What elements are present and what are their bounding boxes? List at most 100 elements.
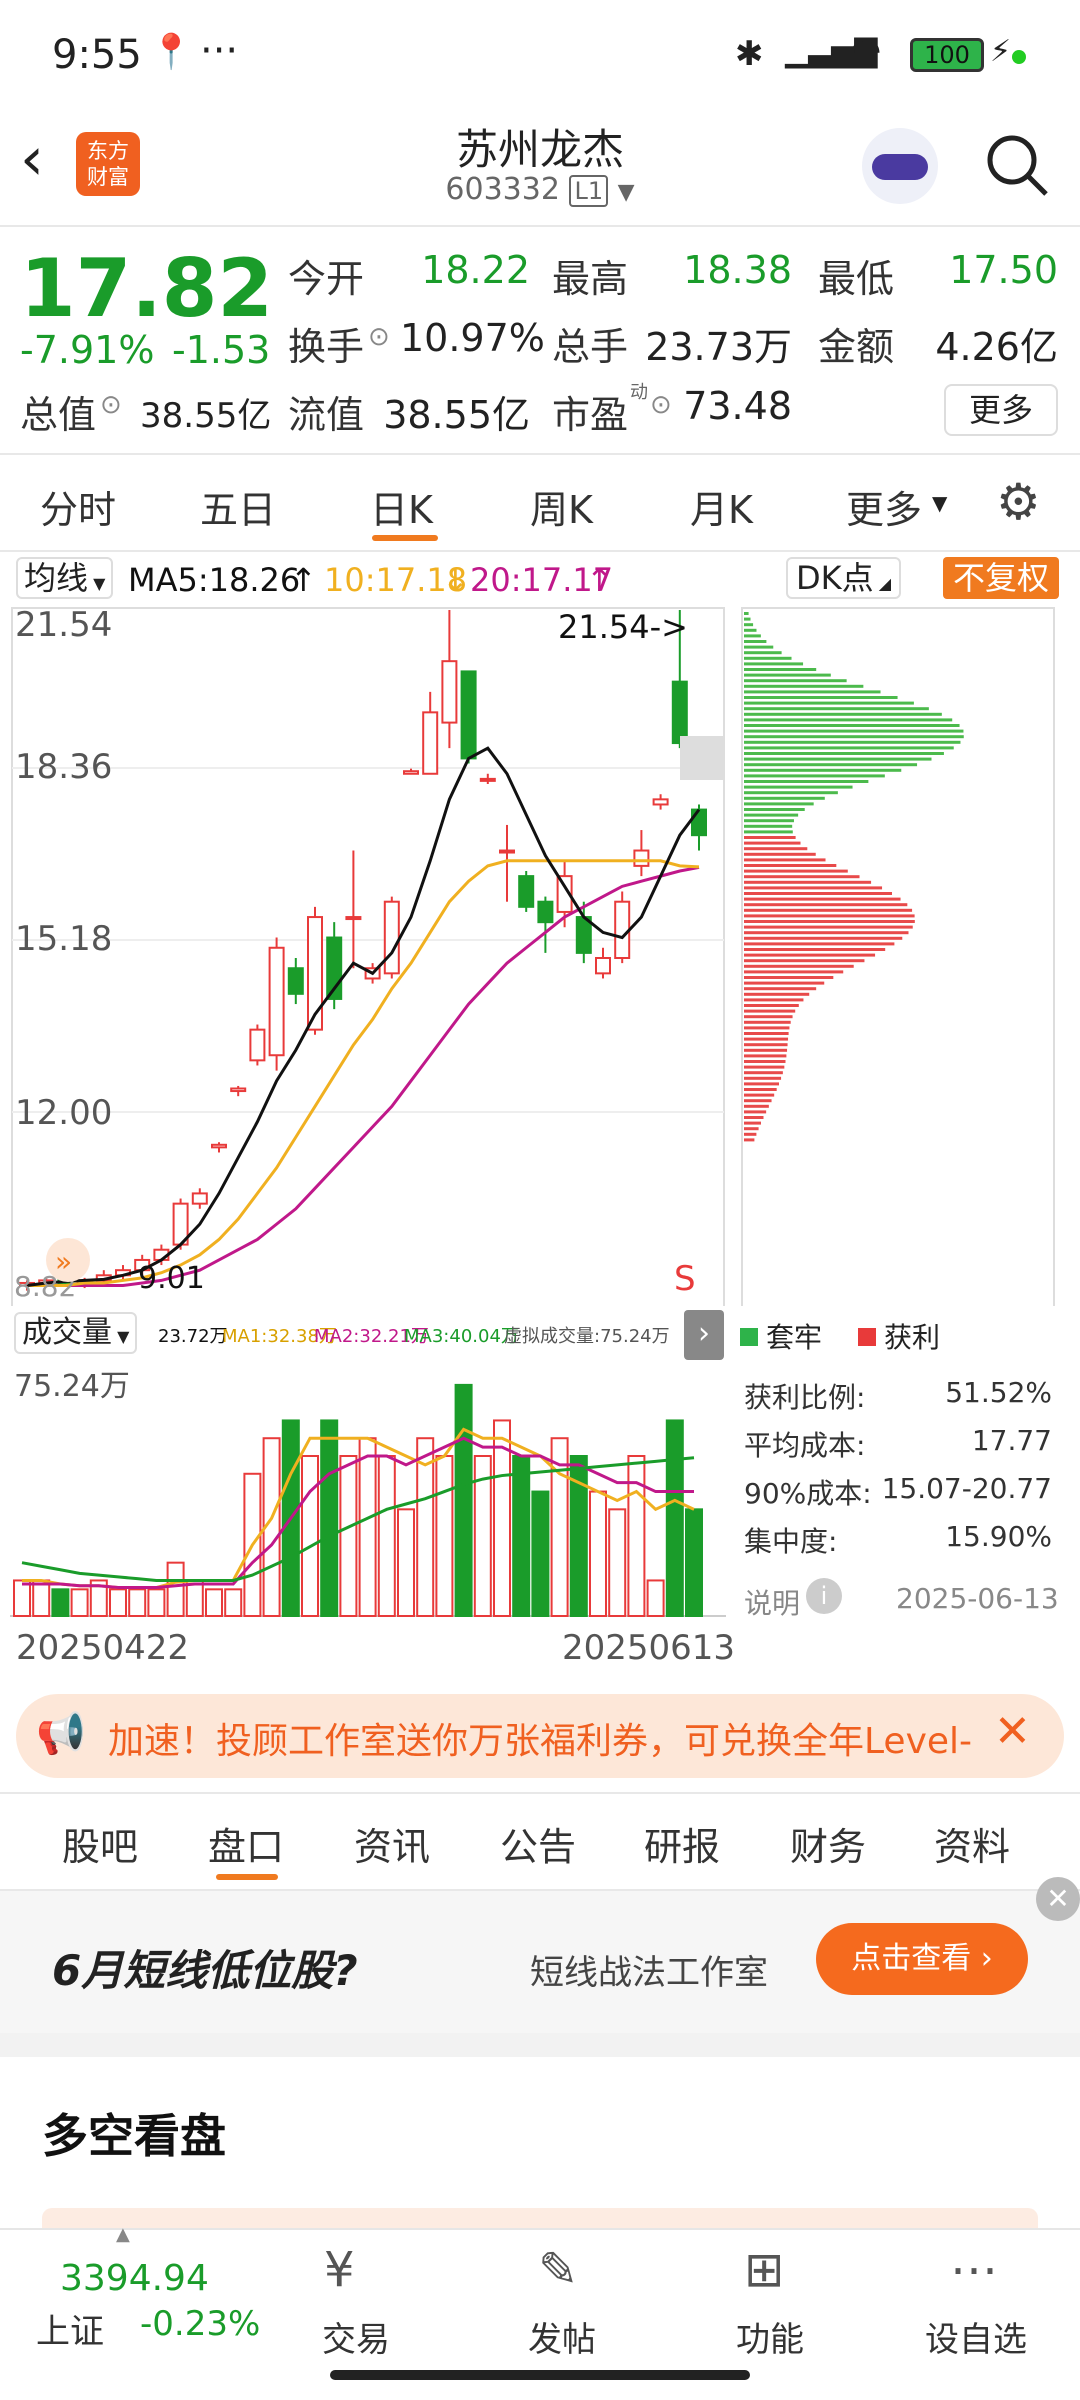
index-change[interactable]: -0.23% [140,2304,260,2344]
volume-select-label: 成交量 [22,1315,112,1350]
chevron-down-icon: ▼ [617,180,635,205]
volume-bar [301,1455,319,1617]
tab-news[interactable]: 资讯 [354,1816,430,1871]
tab-daily-k[interactable]: 日K [370,479,433,534]
adjust-mode-button[interactable]: 不复权 [943,557,1060,599]
tab-finance[interactable]: 财务 [790,1816,866,1871]
volume-label: 总手 [552,325,629,369]
functions-label[interactable]: 功能 [700,2312,840,2361]
chip-bar [744,880,872,884]
tab-weekly-k[interactable]: 周K [530,479,593,534]
functions-grid-icon[interactable]: ⊞ [744,2242,784,2298]
close-icon[interactable]: ✕ [1036,1877,1080,1921]
tab-orderbook[interactable]: 盘口 [208,1816,284,1871]
amount-label: 金额 [818,325,895,369]
volume-bar [320,1419,339,1617]
index-value[interactable]: 3394.94 [60,2258,209,2299]
info-icon[interactable]: i [806,1578,842,1614]
tab-announcements[interactable]: 公告 [500,1816,576,1871]
tab-timeshare[interactable]: 分时 [40,479,116,534]
pe-value: 73.48 [683,384,792,428]
chip-bar [744,662,804,666]
search-icon[interactable] [984,132,1050,198]
expand-chevron-icon[interactable]: › [684,1310,724,1360]
yen-trade-icon[interactable]: ¥ [324,2242,355,2298]
change-pct: -7.91% [20,328,155,372]
candle-body [479,777,496,782]
chip-bar [744,757,932,761]
watchlist-label[interactable]: 设自选 [906,2312,1046,2361]
header: ‹ 东方 财富 苏州龙杰 603332 L1 ▼ [0,110,1080,225]
info-icon[interactable]: ⊙ [650,390,672,420]
tab-forum[interactable]: 股吧 [62,1816,138,1871]
ad-cta-button[interactable]: 点击查看 › [816,1923,1028,1995]
chip-bar [744,864,837,867]
candle-body [441,660,458,724]
low-label: 最低 [818,257,895,301]
banner-text: 加速！投顾工作室送你万张福利券，可兑换全年Level- [108,1721,973,1762]
float-mv-label: 流值 [288,393,365,437]
ad-subtitle: 短线战法工作室 [530,1953,768,1993]
volume-bar [224,1588,243,1617]
volume-bar [70,1588,89,1617]
chip-bar [744,651,782,655]
chip-bar [744,1043,788,1047]
section-card-top [42,2208,1038,2228]
low-value: 17.50 [949,248,1058,292]
tab-profile[interactable]: 资料 [934,1816,1010,1871]
tab-five-day[interactable]: 五日 [200,479,276,534]
chip-bar [744,707,929,711]
info-icon[interactable]: ⊙ [368,322,390,352]
stock-code-row[interactable]: 603332 L1 ▼ [340,172,740,207]
candle-body [403,770,419,775]
indicator-select[interactable]: 均线 ▼ [16,557,114,599]
volume-bar [454,1383,473,1618]
tab-more[interactable]: 更多 [846,479,922,534]
volume-chart[interactable]: 75.24万 [10,1362,726,1618]
post-edit-icon[interactable]: ✎ [538,2242,578,2298]
vol-ma3: MA3:40.04万 [404,1326,519,1347]
tab-monthly-k[interactable]: 月K [690,479,753,534]
index-name[interactable]: 上证 [36,2304,104,2353]
ad-banner[interactable]: 6月短线低位股? 短线战法工作室 点击查看 › ✕ [0,1877,1080,2033]
chevron-up-icon[interactable]: ▲ [116,2224,130,2245]
chip-bar [744,1037,789,1041]
amount-value: 4.26亿 [935,325,1058,369]
chip-bar [744,959,865,963]
watchlist-more-icon[interactable]: ⋯ [950,2242,998,2298]
dk-point-select[interactable]: DK点 ◢ [786,557,902,599]
chip-bar [744,998,804,1002]
chip-bar [744,684,864,688]
chip-bar [744,640,767,643]
post-label[interactable]: 发帖 [492,2312,632,2361]
chip-bar [744,724,960,727]
ma5-label: MA5:18.26 [128,561,301,599]
change-amount: -1.53 [172,328,271,372]
gear-icon[interactable]: ⚙ [996,473,1041,531]
more-quote-button[interactable]: 更多 [944,384,1058,436]
chip-bar [744,1082,779,1086]
chip-bar [744,1048,788,1052]
chip-bar [744,1060,786,1063]
chip-note-label[interactable]: 说明 [744,1582,800,1622]
volume-indicator-select[interactable]: 成交量 ▼ [14,1312,138,1354]
trade-label[interactable]: 交易 [286,2312,426,2361]
chip-date: 2025-06-13 [896,1582,1059,1615]
promo-banner[interactable]: 📢 加速！投顾工作室送你万张福利券，可兑换全年Level- ✕ [16,1694,1064,1778]
robot-avatar-icon[interactable] [862,128,938,204]
close-icon[interactable]: ✕ [994,1706,1031,1757]
tab-research[interactable]: 研报 [644,1816,720,1871]
chip-bar [744,908,913,912]
chip-bar [744,897,901,901]
back-icon[interactable]: ‹ [20,124,44,194]
chip-bar [744,964,854,968]
home-indicator [330,2370,750,2380]
legend-swatch-profit [858,1328,876,1346]
chip-bar [744,987,817,991]
info-icon[interactable]: ⊙ [100,390,122,420]
chip-stat-value: 51.52% [945,1376,1052,1409]
candle-body [422,711,439,775]
candle-body [383,900,400,975]
chip-bar [744,903,908,907]
kline-chart[interactable]: 21.54 18.36 15.18 12.00 21.54-> 9.01 8.8… [10,606,1056,1306]
